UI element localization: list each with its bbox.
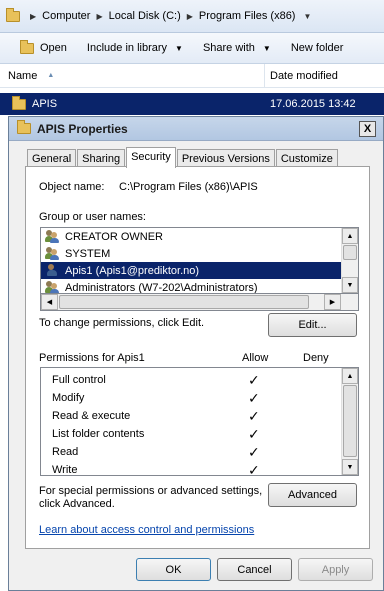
- close-icon: X: [363, 122, 372, 135]
- dialog-footer: OK Cancel Apply: [9, 553, 383, 591]
- object-name-value: C:\Program Files (x86)\APIS: [119, 181, 258, 193]
- properties-dialog: APIS Properties X General Sharing Securi…: [8, 116, 384, 591]
- column-name[interactable]: Name ▲: [0, 64, 265, 87]
- tab-sharing[interactable]: Sharing: [77, 149, 126, 167]
- scroll-down-button[interactable]: ▼: [342, 459, 358, 475]
- object-name-label: Object name:: [39, 181, 105, 193]
- permission-row: Full control ✓: [52, 372, 260, 388]
- scroll-thumb[interactable]: [343, 385, 357, 457]
- special-permissions-text-2: click Advanced.: [39, 498, 115, 510]
- permissions-vscroll[interactable]: ▲ ▼: [341, 368, 358, 475]
- chevron-right-icon: ▶: [96, 11, 103, 21]
- apply-button[interactable]: Apply: [298, 558, 373, 581]
- file-row-apis[interactable]: APIS 17.06.2015 13:42: [0, 93, 384, 115]
- tab-strip: General Sharing Security Previous Versio…: [27, 147, 339, 168]
- open-button[interactable]: Open: [20, 39, 67, 54]
- advanced-button[interactable]: Advanced: [268, 483, 357, 507]
- chevron-down-icon[interactable]: ▼: [303, 12, 311, 21]
- scroll-thumb[interactable]: [343, 245, 357, 260]
- scroll-up-button[interactable]: ▲: [342, 228, 358, 244]
- scroll-left-button[interactable]: ◀: [41, 294, 58, 310]
- sort-up-icon: ▲: [47, 72, 55, 79]
- chevron-right-icon: ▶: [30, 11, 37, 21]
- group-icon: [45, 247, 59, 260]
- edit-button[interactable]: Edit...: [268, 313, 357, 337]
- folder-icon: [17, 120, 31, 134]
- list-item-administrators[interactable]: Administrators (W7-202\Administrators): [41, 279, 358, 293]
- tab-general[interactable]: General: [27, 149, 77, 167]
- check-icon: ✓: [248, 426, 260, 442]
- deny-column-label: Deny: [303, 352, 329, 364]
- hscroll-thumb[interactable]: [59, 295, 309, 309]
- change-permissions-text: To change permissions, click Edit.: [39, 317, 205, 329]
- folder-icon: [12, 95, 26, 110]
- group-icon: [45, 281, 59, 293]
- learn-more-link[interactable]: Learn about access control and permissio…: [39, 524, 254, 536]
- permission-row: Modify ✓: [52, 390, 260, 406]
- cancel-button[interactable]: Cancel: [217, 558, 292, 581]
- chevron-down-icon: ▼: [175, 43, 183, 53]
- chevron-right-icon: ▶: [186, 11, 193, 21]
- column-date-modified[interactable]: Date modified: [265, 70, 338, 82]
- list-item-system[interactable]: SYSTEM: [41, 245, 358, 262]
- group-icon: [45, 230, 59, 243]
- allow-column-label: Allow: [242, 352, 269, 364]
- dialog-title: APIS Properties: [37, 121, 128, 136]
- check-icon: ✓: [248, 390, 260, 406]
- list-item-creator-owner[interactable]: CREATOR OWNER: [41, 228, 358, 245]
- breadcrumb-local-disk[interactable]: ▶ Local Disk (C:): [96, 10, 180, 22]
- check-icon: ✓: [248, 444, 260, 460]
- close-button[interactable]: X: [359, 121, 376, 137]
- folder-icon: [6, 7, 20, 22]
- user-list[interactable]: CREATOR OWNER SYSTEM Apis1 (Apis1@predik…: [40, 227, 359, 294]
- check-icon: ✓: [248, 462, 260, 476]
- scroll-up-button[interactable]: ▲: [342, 368, 358, 384]
- explorer-toolbar: Open Include in library ▼ Share with ▼ New…: [0, 33, 384, 64]
- open-folder-icon: [20, 39, 34, 54]
- special-permissions-text-1: For special permissions or advanced sett…: [39, 485, 263, 497]
- permission-row: Read & execute ✓: [52, 408, 260, 424]
- scroll-down-button[interactable]: ▼: [342, 277, 358, 293]
- list-item-apis1[interactable]: Apis1 (Apis1@prediktor.no): [41, 262, 358, 279]
- permission-row: Read ✓: [52, 444, 260, 460]
- scroll-right-button[interactable]: ▶: [324, 294, 341, 310]
- permissions-for-label: Permissions for Apis1: [39, 352, 145, 364]
- security-panel: Object name: C:\Program Files (x86)\APIS…: [25, 166, 370, 549]
- tab-customize[interactable]: Customize: [275, 149, 338, 167]
- address-bar[interactable]: ▶ Computer ▶ Local Disk (C:) ▶ Program File…: [0, 0, 384, 33]
- column-header: Name ▲ Date modified: [0, 64, 384, 88]
- check-icon: ✓: [248, 372, 260, 388]
- include-in-library-button[interactable]: Include in library ▼: [87, 42, 183, 54]
- permission-row: List folder contents ✓: [52, 426, 260, 442]
- tab-security[interactable]: Security: [126, 147, 176, 168]
- dialog-titlebar[interactable]: APIS Properties: [9, 117, 383, 141]
- breadcrumb-computer[interactable]: ▶ Computer: [30, 10, 90, 22]
- check-icon: ✓: [248, 408, 260, 424]
- share-with-button[interactable]: Share with ▼: [203, 42, 271, 54]
- user-icon: [45, 264, 59, 277]
- permissions-list[interactable]: Full control ✓ Modify ✓ Read & execute ✓ Li…: [40, 367, 359, 476]
- breadcrumb-program-files[interactable]: ▶ Program Files (x86) ▼: [187, 10, 318, 22]
- chevron-down-icon: ▼: [262, 43, 271, 53]
- ok-button[interactable]: OK: [136, 558, 211, 581]
- tab-previous-versions[interactable]: Previous Versions: [176, 149, 275, 167]
- new-folder-button[interactable]: New folder: [291, 42, 344, 54]
- user-list-hscroll[interactable]: ◀ ▶: [40, 294, 359, 311]
- permission-row: Write ✓: [52, 462, 260, 476]
- user-list-vscroll[interactable]: ▲ ▼: [341, 228, 358, 293]
- group-label: Group or user names:: [39, 211, 146, 223]
